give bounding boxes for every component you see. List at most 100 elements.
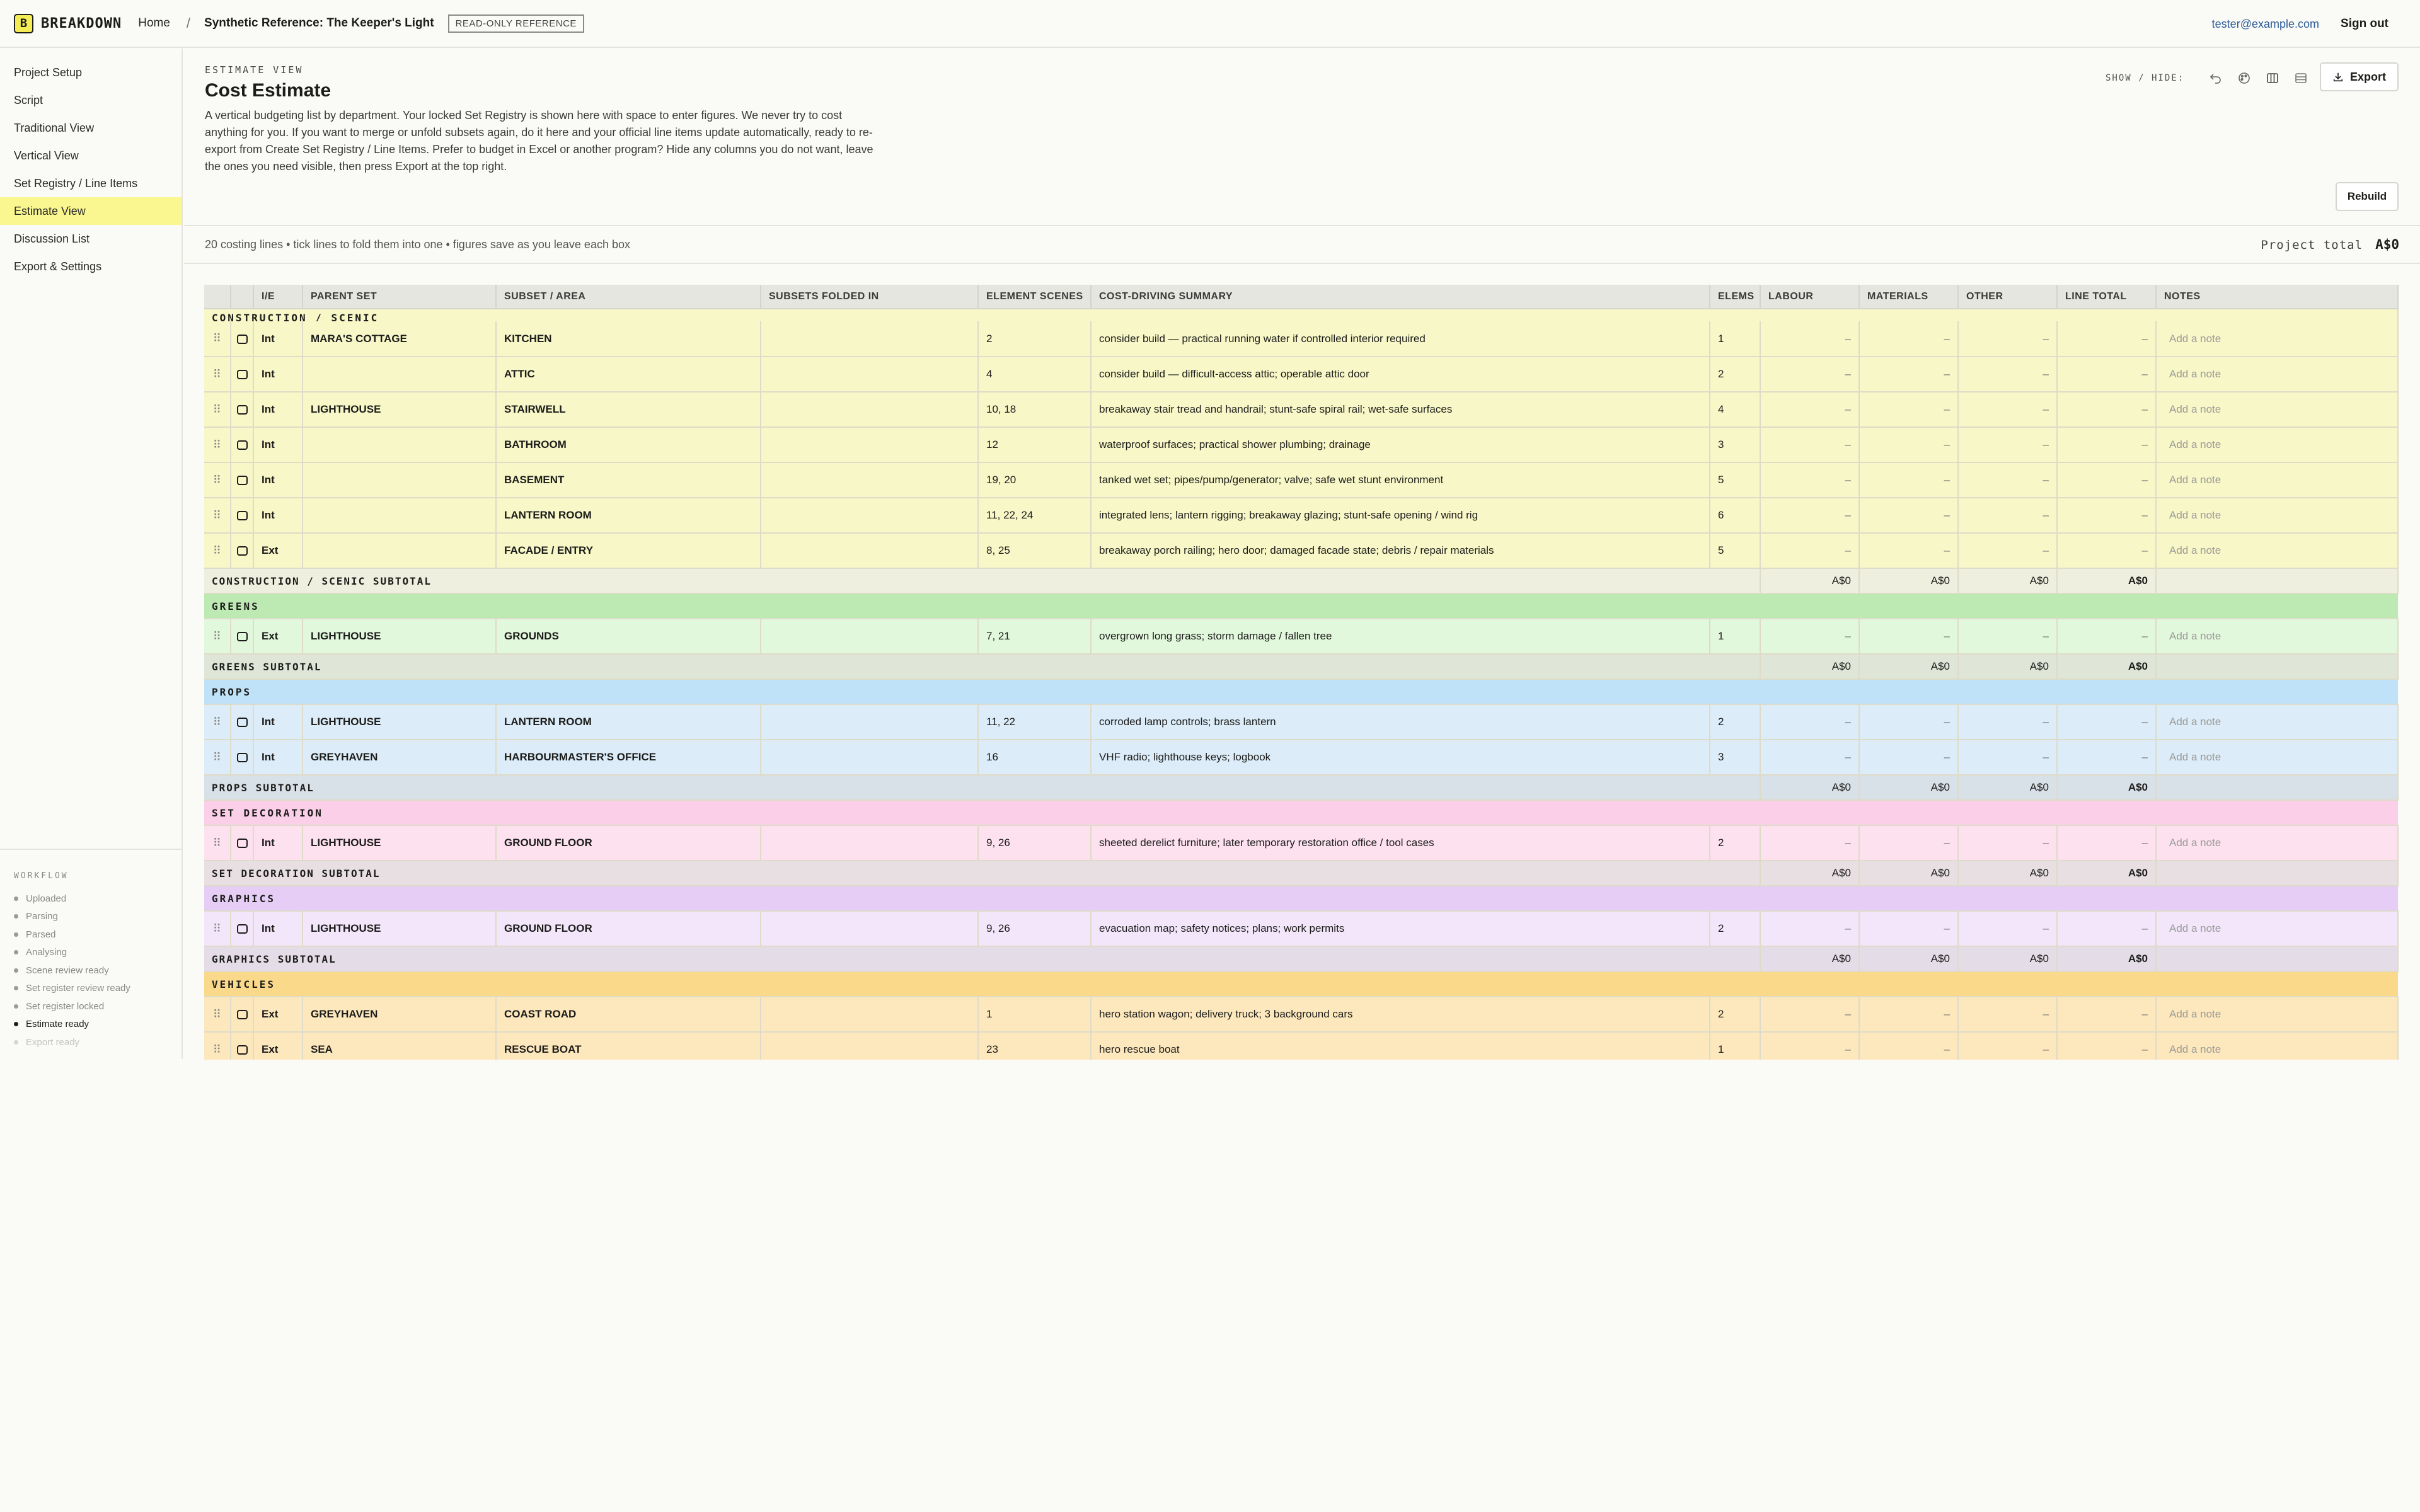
- row-checkbox[interactable]: [236, 1045, 248, 1055]
- folded-cell[interactable]: [761, 462, 979, 498]
- note-input[interactable]: Add a note: [2156, 321, 2399, 357]
- folded-cell[interactable]: [761, 825, 979, 861]
- drag-handle-icon[interactable]: ⠿: [204, 997, 231, 1033]
- materials-input[interactable]: –: [1859, 533, 1959, 569]
- materials-input[interactable]: –: [1859, 427, 1959, 463]
- folded-cell[interactable]: [761, 997, 979, 1033]
- labour-input[interactable]: –: [1760, 462, 1860, 498]
- note-input[interactable]: Add a note: [2156, 427, 2399, 463]
- note-input[interactable]: Add a note: [2156, 1032, 2399, 1060]
- materials-input[interactable]: –: [1859, 740, 1959, 776]
- other-input[interactable]: –: [1958, 392, 2058, 428]
- other-input[interactable]: –: [1958, 704, 2058, 740]
- sidebar-item-estimate-view[interactable]: Estimate View: [0, 197, 182, 225]
- materials-input[interactable]: –: [1859, 392, 1959, 428]
- materials-input[interactable]: –: [1859, 825, 1959, 861]
- other-input[interactable]: –: [1958, 321, 2058, 357]
- drag-handle-icon[interactable]: ⠿: [204, 740, 231, 776]
- note-input[interactable]: Add a note: [2156, 997, 2399, 1033]
- sign-out-button[interactable]: Sign out: [2341, 17, 2388, 31]
- export-button[interactable]: Export: [2320, 62, 2399, 91]
- column-header-subset[interactable]: SUBSET / AREA: [496, 285, 761, 309]
- other-input[interactable]: –: [1958, 825, 2058, 861]
- drag-handle-icon[interactable]: ⠿: [204, 462, 231, 498]
- labour-input[interactable]: –: [1760, 911, 1860, 947]
- column-header-notes[interactable]: NOTES: [2156, 285, 2399, 309]
- note-input[interactable]: Add a note: [2156, 825, 2399, 861]
- drag-handle-icon[interactable]: ⠿: [204, 825, 231, 861]
- folded-cell[interactable]: [761, 911, 979, 947]
- materials-input[interactable]: –: [1859, 462, 1959, 498]
- folded-cell[interactable]: [761, 357, 979, 392]
- row-checkbox[interactable]: [236, 440, 248, 450]
- drag-handle-icon[interactable]: ⠿: [204, 427, 231, 463]
- row-checkbox[interactable]: [236, 370, 248, 380]
- sidebar-item-set-registry[interactable]: Set Registry / Line Items: [0, 169, 182, 197]
- folded-cell[interactable]: [761, 321, 979, 357]
- labour-input[interactable]: –: [1760, 357, 1860, 392]
- row-checkbox[interactable]: [236, 334, 248, 344]
- sidebar-item-script[interactable]: Script: [0, 86, 182, 114]
- note-input[interactable]: Add a note: [2156, 740, 2399, 776]
- folded-cell[interactable]: [761, 1032, 979, 1060]
- drag-handle-icon[interactable]: ⠿: [204, 392, 231, 428]
- labour-input[interactable]: –: [1760, 619, 1860, 655]
- other-input[interactable]: –: [1958, 911, 2058, 947]
- drag-handle-icon[interactable]: ⠿: [204, 704, 231, 740]
- row-checkbox[interactable]: [236, 476, 248, 486]
- column-header-scenes[interactable]: ELEMENT SCENES: [978, 285, 1092, 309]
- drag-handle-icon[interactable]: ⠿: [204, 498, 231, 534]
- materials-input[interactable]: –: [1859, 704, 1959, 740]
- materials-input[interactable]: –: [1859, 997, 1959, 1033]
- breadcrumb-home-link[interactable]: Home: [138, 16, 170, 30]
- other-input[interactable]: –: [1958, 533, 2058, 569]
- column-header-summary[interactable]: COST-DRIVING SUMMARY: [1091, 285, 1710, 309]
- folded-cell[interactable]: [761, 619, 979, 655]
- other-input[interactable]: –: [1958, 427, 2058, 463]
- row-checkbox[interactable]: [236, 632, 248, 642]
- folded-cell[interactable]: [761, 427, 979, 463]
- other-input[interactable]: –: [1958, 740, 2058, 776]
- drag-handle-icon[interactable]: ⠿: [204, 357, 231, 392]
- materials-input[interactable]: –: [1859, 1032, 1959, 1060]
- drag-handle-icon[interactable]: ⠿: [204, 911, 231, 947]
- drag-handle-icon[interactable]: ⠿: [204, 1032, 231, 1060]
- row-checkbox[interactable]: [236, 753, 248, 763]
- drag-handle-icon[interactable]: ⠿: [204, 533, 231, 569]
- row-checkbox[interactable]: [236, 924, 248, 934]
- rebuild-button[interactable]: Rebuild: [2336, 182, 2399, 211]
- labour-input[interactable]: –: [1760, 392, 1860, 428]
- folded-cell[interactable]: [761, 498, 979, 534]
- row-checkbox[interactable]: [236, 839, 248, 849]
- note-input[interactable]: Add a note: [2156, 911, 2399, 947]
- column-header-other[interactable]: OTHER: [1958, 285, 2058, 309]
- materials-input[interactable]: –: [1859, 357, 1959, 392]
- app-logo[interactable]: B BREAKDOWN: [14, 13, 122, 33]
- row-checkbox[interactable]: [236, 511, 248, 521]
- column-header-elems[interactable]: ELEMS: [1710, 285, 1761, 309]
- column-header-folded[interactable]: SUBSETS FOLDED IN: [761, 285, 979, 309]
- column-header-line-total[interactable]: LINE TOTAL: [2057, 285, 2157, 309]
- column-header-materials[interactable]: MATERIALS: [1859, 285, 1959, 309]
- column-header-parent-set[interactable]: PARENT SET: [302, 285, 497, 309]
- folded-cell[interactable]: [761, 392, 979, 428]
- other-input[interactable]: –: [1958, 357, 2058, 392]
- column-header-ie[interactable]: I/E: [253, 285, 303, 309]
- materials-input[interactable]: –: [1859, 498, 1959, 534]
- note-input[interactable]: Add a note: [2156, 533, 2399, 569]
- row-checkbox[interactable]: [236, 546, 248, 556]
- labour-input[interactable]: –: [1760, 740, 1860, 776]
- drag-handle-icon[interactable]: ⠿: [204, 619, 231, 655]
- labour-input[interactable]: –: [1760, 704, 1860, 740]
- row-checkbox[interactable]: [236, 1010, 248, 1020]
- row-checkbox[interactable]: [236, 405, 248, 415]
- labour-input[interactable]: –: [1760, 321, 1860, 357]
- labour-input[interactable]: –: [1760, 825, 1860, 861]
- sidebar-item-project-setup[interactable]: Project Setup: [0, 59, 182, 86]
- materials-input[interactable]: –: [1859, 321, 1959, 357]
- other-input[interactable]: –: [1958, 1032, 2058, 1060]
- note-input[interactable]: Add a note: [2156, 357, 2399, 392]
- note-input[interactable]: Add a note: [2156, 392, 2399, 428]
- other-input[interactable]: –: [1958, 997, 2058, 1033]
- rows-icon[interactable]: [2293, 70, 2309, 86]
